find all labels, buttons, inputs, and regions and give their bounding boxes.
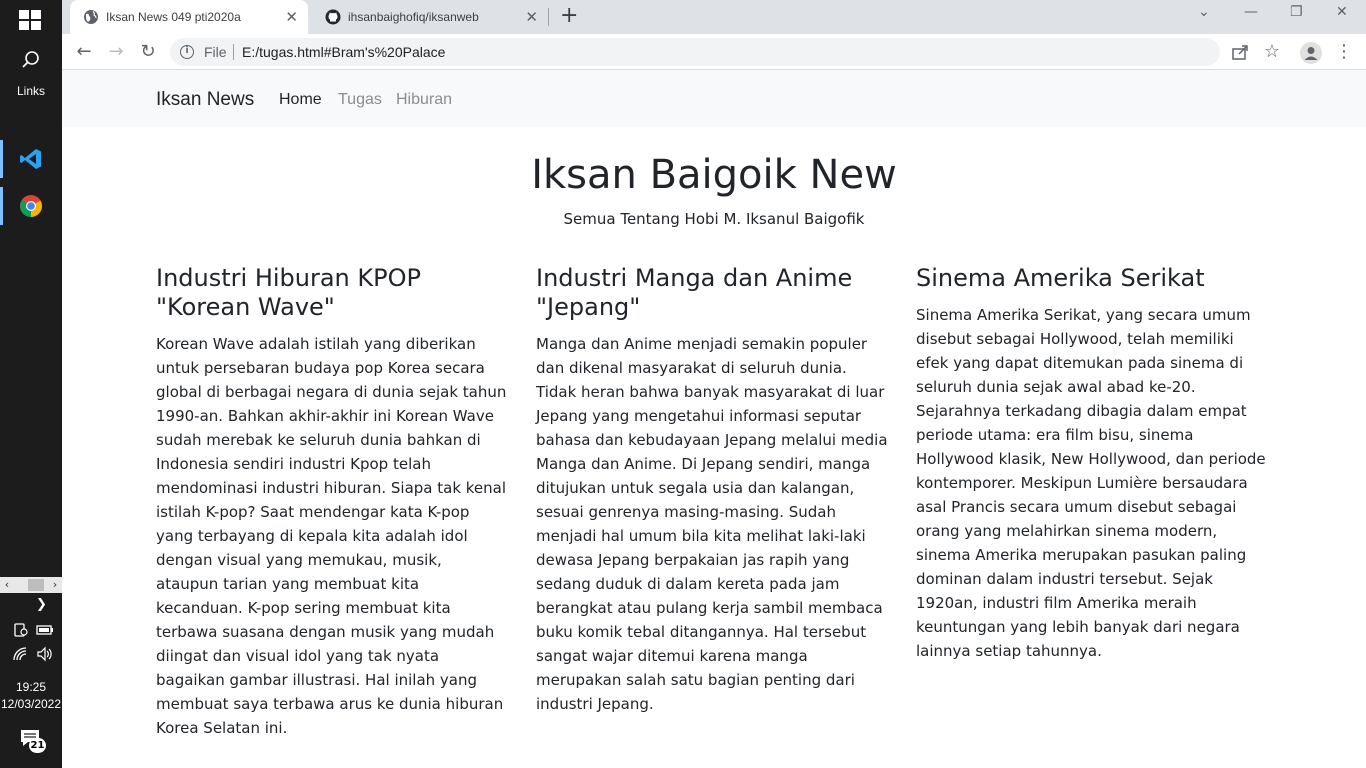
article-body: Manga dan Anime menjadi semakin populer …	[536, 335, 888, 713]
clock-date: 12/03/2022	[0, 697, 62, 711]
bookmark-star-icon[interactable]: ☆	[1262, 42, 1282, 62]
nav-link-hiburan[interactable]: Hiburan	[396, 91, 452, 109]
search-icon[interactable]	[21, 50, 41, 70]
system-clock[interactable]: 19:25 12/03/2022	[0, 679, 62, 713]
scroll-left-icon[interactable]: ‹	[0, 577, 14, 593]
url-text[interactable]: E:/tugas.html#Bram's%20Palace	[242, 44, 445, 60]
tab-search-icon[interactable]: ⌄	[1198, 4, 1210, 20]
article-kpop: Industri Hiburan KPOP "Korean Wave" Kore…	[156, 264, 508, 740]
github-icon	[325, 9, 341, 25]
taskbar-scrollbar[interactable]: ‹ ›	[0, 577, 62, 593]
vscode-taskbar-button[interactable]	[0, 140, 62, 178]
tab-github-repo[interactable]: ihsanbaighofiq/iksanweb ✕	[312, 0, 548, 34]
scroll-right-icon[interactable]: ›	[48, 577, 62, 593]
new-tab-icon[interactable]: +	[560, 3, 578, 28]
article-title: Industri Hiburan KPOP "Korean Wave"	[156, 264, 421, 321]
active-app-marker	[0, 140, 3, 178]
tab-separator	[548, 8, 549, 26]
chevron-right-icon[interactable]: ❯	[36, 597, 47, 612]
vscode-icon	[20, 149, 41, 169]
site-info-icon[interactable]: i	[180, 45, 194, 59]
article-sinema-amerika: Sinema Amerika Serikat Sinema Amerika Se…	[916, 264, 1268, 663]
close-tab-icon[interactable]: ✕	[285, 8, 298, 26]
page-subtitle: Semua Tentang Hobi M. Iksanul Baigofik	[563, 210, 865, 228]
tab-title: ihsanbaighofiq/iksanweb	[348, 10, 479, 24]
profile-avatar[interactable]	[1300, 42, 1322, 64]
active-app-marker	[0, 187, 3, 225]
article-title: Sinema Amerika Serikat	[916, 264, 1205, 292]
nav-link-home[interactable]: Home	[279, 91, 322, 109]
minimize-icon[interactable]: —	[1244, 4, 1258, 20]
tab-title: Iksan News 049 pti2020a	[106, 10, 241, 24]
windows-taskbar: Links ‹ › ❯ 19:25 12/03/2022 21	[0, 0, 62, 768]
notification-count-badge: 21	[29, 738, 46, 753]
clock-time: 19:25	[15, 680, 47, 694]
close-tab-icon[interactable]: ✕	[525, 8, 538, 26]
scroll-thumb[interactable]	[28, 579, 44, 591]
battery-icon[interactable]	[36, 622, 54, 638]
article-body: Korean Wave adalah istilah yang diberika…	[156, 335, 507, 737]
forward-icon[interactable]: →	[104, 40, 128, 64]
close-window-icon[interactable]: ✕	[1336, 4, 1348, 20]
nav-link-tugas[interactable]: Tugas	[338, 91, 382, 109]
site-navbar: Iksan News Home Tugas Hiburan	[62, 70, 1366, 127]
browser-chrome: Iksan News 049 pti2020a ✕ ihsanbaighofiq…	[62, 0, 1366, 70]
reload-icon[interactable]: ↻	[136, 40, 160, 64]
network-icon[interactable]	[12, 646, 30, 662]
navbar-brand[interactable]: Iksan News	[156, 89, 254, 111]
file-scheme-label: File	[204, 44, 227, 60]
globe-icon	[84, 10, 98, 24]
menu-kebab-icon[interactable]: ⋮	[1334, 42, 1354, 62]
page-title: Iksan Baigoik New	[531, 152, 897, 198]
links-label[interactable]: Links	[0, 84, 62, 98]
web-page: Iksan News Home Tugas Hiburan Iksan Baig…	[62, 70, 1366, 768]
article-title: Industri Manga dan Anime "Jepang"	[536, 264, 853, 321]
tab-strip: Iksan News 049 pti2020a ✕ ihsanbaighofiq…	[62, 0, 1366, 34]
person-icon	[1304, 47, 1318, 60]
article-body: Sinema Amerika Serikat, yang secara umum…	[916, 306, 1266, 660]
address-bar[interactable]: i File E:/tugas.html#Bram's%20Palace	[170, 38, 1220, 66]
browser-toolbar: ← → ↻ i File E:/tugas.html#Bram's%20Pala…	[62, 34, 1366, 70]
windows-start-icon[interactable]	[19, 10, 41, 30]
back-icon[interactable]: ←	[72, 40, 96, 64]
tablet-mode-icon[interactable]	[12, 622, 30, 638]
restore-icon[interactable]: ❐	[1290, 4, 1303, 20]
chrome-icon	[20, 195, 42, 217]
tab-iksan-news[interactable]: Iksan News 049 pti2020a ✕	[70, 0, 308, 34]
omnibox-divider	[233, 44, 234, 60]
action-center-button[interactable]: 21	[20, 729, 46, 755]
share-icon[interactable]	[1230, 42, 1250, 62]
volume-icon[interactable]	[36, 646, 54, 662]
article-manga-anime: Industri Manga dan Anime "Jepang" Manga …	[536, 264, 888, 716]
chrome-taskbar-button[interactable]	[0, 187, 62, 225]
